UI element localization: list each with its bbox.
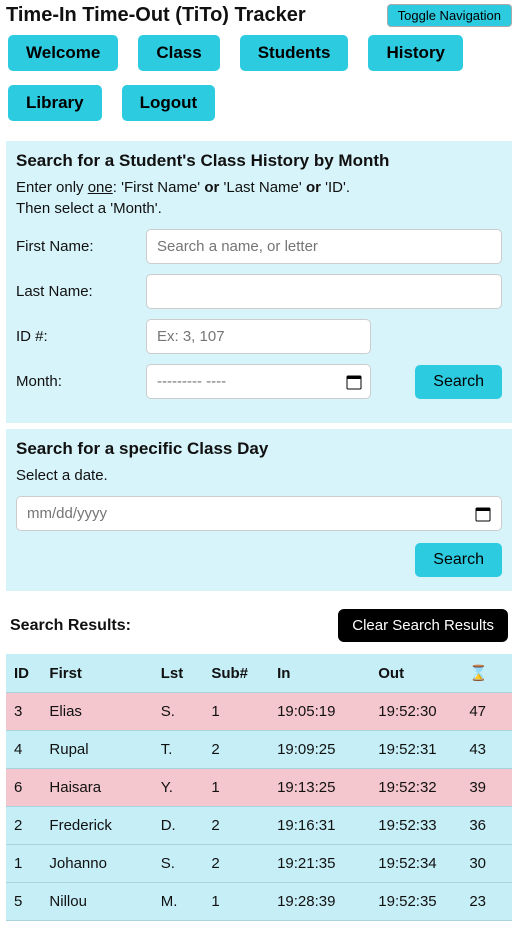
col-duration: ⌛ <box>461 654 512 693</box>
text-bold: or <box>204 179 219 196</box>
results-table: ID First Lst Sub# In Out ⌛ 3EliasS.119:0… <box>6 654 512 921</box>
table-row: 6HaisaraY.119:13:2519:52:3239 <box>6 769 512 807</box>
table-row: 4RupalT.219:09:2519:52:3143 <box>6 731 512 769</box>
col-id: ID <box>6 654 41 693</box>
cell-first: Nillou <box>41 883 152 921</box>
cell-id: 3 <box>6 693 41 731</box>
table-row: 2FrederickD.219:16:3119:52:3336 <box>6 807 512 845</box>
class-day-input[interactable] <box>16 496 502 531</box>
text: : 'First Name' <box>113 179 205 196</box>
cell-last: D. <box>153 807 204 845</box>
cell-sub: 2 <box>203 731 269 769</box>
table-row: 3EliasS.119:05:1919:52:3047 <box>6 693 512 731</box>
cell-id: 2 <box>6 807 41 845</box>
col-sub: Sub# <box>203 654 269 693</box>
nav-item-students[interactable]: Students <box>238 33 351 73</box>
month-input[interactable] <box>146 364 371 399</box>
cell-id: 6 <box>6 769 41 807</box>
nav-item-logout[interactable]: Logout <box>120 83 218 123</box>
cell-last: T. <box>153 731 204 769</box>
col-first: First <box>41 654 152 693</box>
cell-in: 19:05:19 <box>269 693 370 731</box>
cell-sub: 1 <box>203 883 269 921</box>
instruction-text: Select a date. <box>16 467 502 484</box>
text: 'ID'. <box>321 179 350 196</box>
cell-last: M. <box>153 883 204 921</box>
cell-out: 19:52:35 <box>370 883 461 921</box>
cell-out: 19:52:31 <box>370 731 461 769</box>
text-underline: one <box>88 179 113 196</box>
cell-first: Johanno <box>41 845 152 883</box>
first-name-input[interactable] <box>146 229 502 264</box>
cell-out: 19:52:30 <box>370 693 461 731</box>
search-by-month-panel: Search for a Student's Class History by … <box>6 141 512 423</box>
cell-last: S. <box>153 693 204 731</box>
id-input[interactable] <box>146 319 371 354</box>
cell-id: 1 <box>6 845 41 883</box>
search-month-button[interactable]: Search <box>415 365 502 399</box>
hourglass-icon: ⌛ <box>469 665 488 682</box>
text: Enter only <box>16 179 88 196</box>
first-name-label: First Name: <box>16 238 146 255</box>
cell-dur: 47 <box>461 693 512 731</box>
col-out: Out <box>370 654 461 693</box>
last-name-input[interactable] <box>146 274 502 309</box>
cell-id: 4 <box>6 731 41 769</box>
cell-first: Frederick <box>41 807 152 845</box>
cell-sub: 2 <box>203 807 269 845</box>
cell-sub: 2 <box>203 845 269 883</box>
last-name-label: Last Name: <box>16 283 146 300</box>
instruction-text: Then select a 'Month'. <box>16 200 502 217</box>
table-row: 1JohannoS.219:21:3519:52:3430 <box>6 845 512 883</box>
text: 'Last Name' <box>219 179 306 196</box>
nav-item-welcome[interactable]: Welcome <box>6 33 120 73</box>
search-day-button[interactable]: Search <box>415 543 502 577</box>
cell-last: S. <box>153 845 204 883</box>
page-title: Time-In Time-Out (TiTo) Tracker <box>0 4 306 27</box>
nav-item-class[interactable]: Class <box>136 33 221 73</box>
cell-first: Rupal <box>41 731 152 769</box>
search-by-day-panel: Search for a specific Class Day Select a… <box>6 429 512 591</box>
cell-out: 19:52:32 <box>370 769 461 807</box>
toggle-navigation-button[interactable]: Toggle Navigation <box>387 4 512 27</box>
col-in: In <box>269 654 370 693</box>
cell-in: 19:21:35 <box>269 845 370 883</box>
cell-first: Elias <box>41 693 152 731</box>
cell-last: Y. <box>153 769 204 807</box>
instruction-text: Enter only one: 'First Name' or 'Last Na… <box>16 179 502 196</box>
main-nav: Welcome Class Students History Library Logout <box>0 27 518 135</box>
table-row: 5NillouM.119:28:3919:52:3523 <box>6 883 512 921</box>
clear-results-button[interactable]: Clear Search Results <box>338 609 508 642</box>
nav-item-history[interactable]: History <box>366 33 465 73</box>
cell-in: 19:28:39 <box>269 883 370 921</box>
cell-out: 19:52:33 <box>370 807 461 845</box>
cell-in: 19:13:25 <box>269 769 370 807</box>
id-label: ID #: <box>16 328 146 345</box>
nav-item-library[interactable]: Library <box>6 83 104 123</box>
cell-sub: 1 <box>203 693 269 731</box>
panel-title: Search for a specific Class Day <box>16 439 502 459</box>
cell-first: Haisara <box>41 769 152 807</box>
month-label: Month: <box>16 373 146 390</box>
cell-id: 5 <box>6 883 41 921</box>
cell-dur: 23 <box>461 883 512 921</box>
panel-title: Search for a Student's Class History by … <box>16 151 502 171</box>
col-last: Lst <box>153 654 204 693</box>
cell-in: 19:09:25 <box>269 731 370 769</box>
cell-out: 19:52:34 <box>370 845 461 883</box>
cell-in: 19:16:31 <box>269 807 370 845</box>
cell-sub: 1 <box>203 769 269 807</box>
cell-dur: 39 <box>461 769 512 807</box>
cell-dur: 36 <box>461 807 512 845</box>
text-bold: or <box>306 179 321 196</box>
cell-dur: 30 <box>461 845 512 883</box>
cell-dur: 43 <box>461 731 512 769</box>
results-heading: Search Results: <box>10 617 131 635</box>
